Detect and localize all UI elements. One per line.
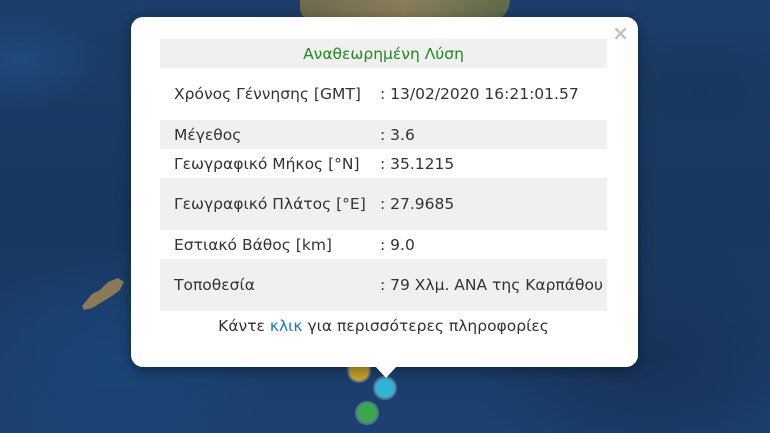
depth-value: : 9.0 <box>380 235 415 254</box>
earthquake-info-popup: × Αναθεωρημένη Λύση Χρόνος Γέννησης [GMT… <box>131 17 638 367</box>
latitude-label: Γεωγραφικό Πλάτος [°E] <box>174 195 366 213</box>
latitude-value: : 27.9685 <box>380 195 455 213</box>
earthquake-marker-selected[interactable] <box>375 378 395 398</box>
island-land <box>82 278 124 310</box>
earthquake-marker[interactable] <box>357 403 377 423</box>
earthquake-details-table: Αναθεωρημένη Λύση Χρόνος Γέννησης [GMT] … <box>160 39 607 311</box>
footer-suffix: για περισσότερες πληροφορίες <box>302 317 549 335</box>
longitude-label: Γεωγραφικό Μήκος [°N] <box>174 154 360 173</box>
footer-prefix: Κάντε <box>218 317 270 335</box>
popup-title: Αναθεωρημένη Λύση <box>303 44 464 63</box>
popup-pointer <box>375 366 397 378</box>
more-info-line: Κάντε κλικ για περισσότερες πληροφορίες <box>160 317 607 335</box>
more-info-link[interactable]: κλικ <box>270 317 303 335</box>
location-value: : 79 Χλμ. ΑΝΑ της Καρπάθου <box>380 276 603 294</box>
magnitude-value: : 3.6 <box>380 125 415 144</box>
birth-time-label: Χρόνος Γέννησης [GMT] <box>174 85 361 103</box>
close-icon[interactable]: × <box>612 23 629 43</box>
magnitude-label: Μέγεθος <box>174 125 242 144</box>
depth-label: Εστιακό Βάθος [km] <box>174 235 332 254</box>
longitude-value: : 35.1215 <box>380 154 455 173</box>
location-label: Τοποθεσία <box>174 276 255 294</box>
birth-time-value: : 13/02/2020 16:21:01.57 <box>380 85 579 103</box>
